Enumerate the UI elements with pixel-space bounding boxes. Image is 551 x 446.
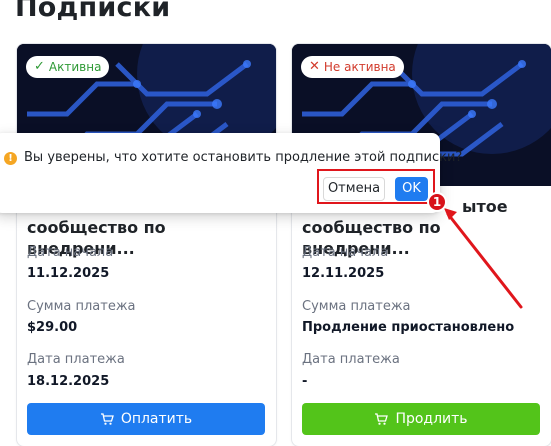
payment-amount-label: Сумма платежа — [27, 299, 136, 314]
subscription-card-inactive: ✕ Не активна ытое сообщество по внедрени… — [291, 43, 551, 446]
payment-date-label: Дата платежа — [27, 352, 125, 367]
start-date-value: 12.11.2025 — [302, 266, 385, 281]
status-badge-label: Не активна — [323, 60, 396, 74]
check-icon: ✓ — [34, 59, 45, 74]
payment-amount-value: $29.00 — [27, 320, 78, 335]
close-icon: ✕ — [309, 59, 320, 74]
highlight-box — [317, 169, 435, 204]
step-marker: 1 — [427, 192, 447, 212]
start-date-label: Дата начала — [27, 245, 114, 260]
cart-icon — [375, 413, 389, 425]
payment-amount-value: Продление приостановлено — [302, 320, 515, 335]
start-date-label: Дата начала — [302, 245, 389, 260]
renew-button-label: Продлить — [395, 411, 468, 427]
renew-button[interactable]: Продлить — [302, 403, 540, 435]
status-badge: ✕ Не активна — [301, 56, 404, 78]
payment-date-value: 18.12.2025 — [27, 374, 110, 389]
payment-date-label: Дата платежа — [302, 352, 400, 367]
start-date-value: 11.12.2025 — [27, 266, 110, 281]
page-title: Подписки — [15, 0, 171, 23]
cart-icon — [100, 413, 114, 425]
subscription-card-active: ✓ Активна сообщество по внедрени... Дата… — [16, 43, 277, 446]
confirm-message: Вы уверены, что хотите остановить продле… — [24, 150, 463, 165]
payment-amount-label: Сумма платежа — [302, 299, 411, 314]
status-badge: ✓ Активна — [26, 56, 110, 78]
warning-icon: ! — [4, 152, 17, 165]
status-badge-label: Активна — [48, 60, 102, 74]
pay-button[interactable]: Оплатить — [27, 403, 265, 435]
payment-date-value: - — [302, 374, 308, 389]
pay-button-label: Оплатить — [120, 411, 193, 427]
